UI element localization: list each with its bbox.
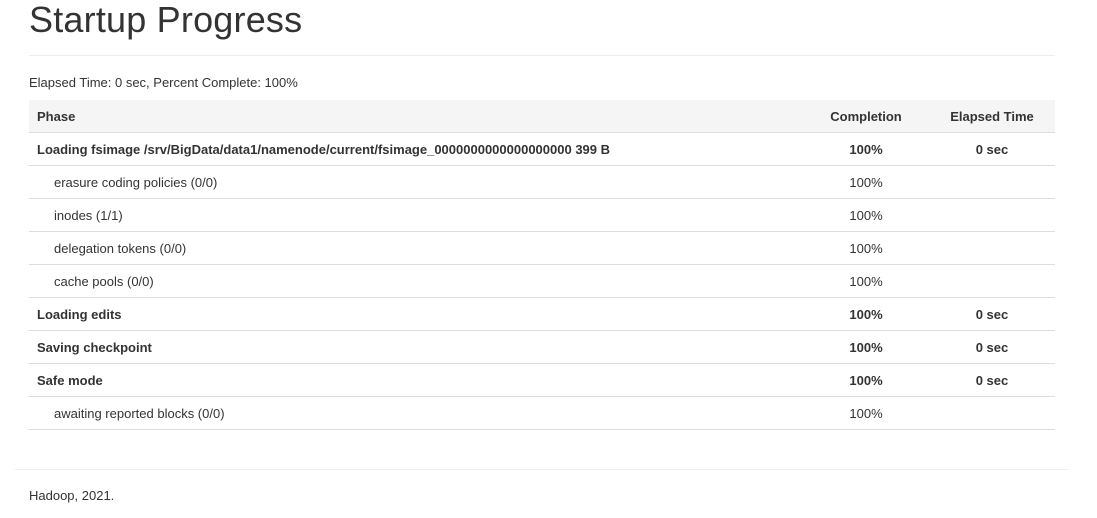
cell-phase: delegation tokens (0/0) <box>29 231 803 265</box>
cell-elapsed-time: 0 sec <box>929 297 1055 331</box>
cell-elapsed-time: 0 sec <box>929 330 1055 364</box>
cell-completion: 100% <box>803 264 929 298</box>
cell-phase: Loading edits <box>29 297 803 331</box>
table-row-step: inodes (1/1) 100% <box>29 198 1055 232</box>
table-row-phase: Loading fsimage /srv/BigData/data1/namen… <box>29 132 1055 166</box>
table-header-row: Phase Completion Elapsed Time <box>29 100 1055 133</box>
cell-phase: inodes (1/1) <box>29 198 803 232</box>
cell-elapsed-time: 0 sec <box>929 363 1055 397</box>
table-body: Loading fsimage /srv/BigData/data1/namen… <box>29 132 1055 430</box>
cell-completion: 100% <box>803 231 929 265</box>
cell-phase: awaiting reported blocks (0/0) <box>29 396 803 430</box>
startup-progress-table: Phase Completion Elapsed Time Loading fs… <box>29 100 1055 430</box>
page-title: Startup Progress <box>29 0 303 40</box>
cell-completion: 100% <box>803 165 929 199</box>
cell-phase: Loading fsimage /srv/BigData/data1/namen… <box>29 132 803 166</box>
table-row-phase: Safe mode 100% 0 sec <box>29 363 1055 397</box>
cell-completion: 100% <box>803 330 929 364</box>
footer-copyright: Hadoop, 2021. <box>29 488 115 503</box>
table-row-phase: Saving checkpoint 100% 0 sec <box>29 330 1055 364</box>
cell-completion: 100% <box>803 132 929 166</box>
column-header-elapsed-time: Elapsed Time <box>929 100 1055 133</box>
footer-divider <box>15 469 1069 470</box>
cell-phase: cache pools (0/0) <box>29 264 803 298</box>
cell-completion: 100% <box>803 297 929 331</box>
cell-phase: Safe mode <box>29 363 803 397</box>
cell-elapsed-time <box>929 396 1055 430</box>
column-header-phase: Phase <box>29 100 803 133</box>
cell-elapsed-time <box>929 264 1055 298</box>
table-row-step: delegation tokens (0/0) 100% <box>29 231 1055 265</box>
table-row-step: awaiting reported blocks (0/0) 100% <box>29 396 1055 430</box>
column-header-completion: Completion <box>803 100 929 133</box>
table-row-step: cache pools (0/0) 100% <box>29 264 1055 298</box>
cell-completion: 100% <box>803 198 929 232</box>
cell-elapsed-time <box>929 165 1055 199</box>
startup-summary: Elapsed Time: 0 sec, Percent Complete: 1… <box>29 75 298 90</box>
cell-phase: Saving checkpoint <box>29 330 803 364</box>
title-divider <box>29 55 1055 56</box>
table-row-step: erasure coding policies (0/0) 100% <box>29 165 1055 199</box>
cell-elapsed-time <box>929 231 1055 265</box>
cell-phase: erasure coding policies (0/0) <box>29 165 803 199</box>
table-row-phase: Loading edits 100% 0 sec <box>29 297 1055 331</box>
cell-elapsed-time: 0 sec <box>929 132 1055 166</box>
cell-completion: 100% <box>803 396 929 430</box>
cell-completion: 100% <box>803 363 929 397</box>
cell-elapsed-time <box>929 198 1055 232</box>
